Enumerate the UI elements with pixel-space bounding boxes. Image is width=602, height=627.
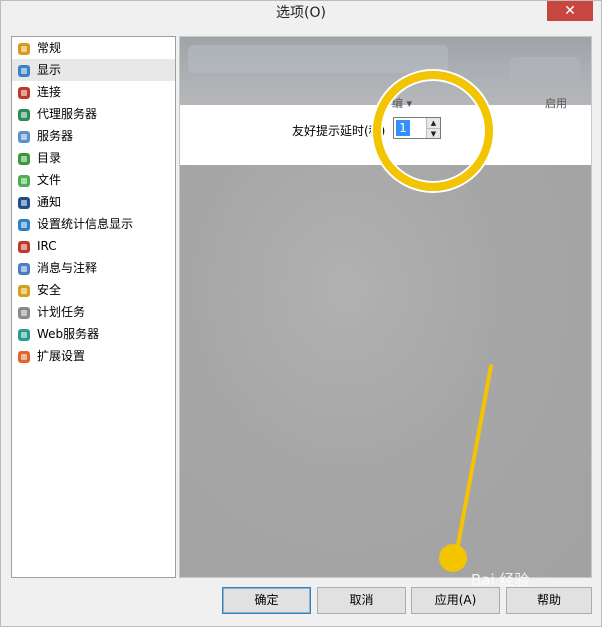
blurred-settings-region	[180, 165, 591, 577]
sidebar-item-label: 显示	[37, 63, 62, 77]
sidebar-item[interactable]: 目录	[12, 147, 175, 169]
sidebar-item[interactable]: 常规	[12, 37, 175, 59]
highlight-annotation-circle	[373, 71, 493, 191]
sidebar-item[interactable]: 代理服务器	[12, 103, 175, 125]
sidebar-item-label: 常规	[37, 41, 62, 55]
window-title: 选项(O)	[276, 5, 326, 21]
sidebar-item-label: 连接	[37, 85, 62, 99]
extension-icon	[17, 349, 31, 363]
sidebar-item-label: 目录	[37, 151, 62, 165]
monitor-icon	[17, 63, 31, 77]
folder-icon	[17, 151, 31, 165]
sidebar-item[interactable]: 文件	[12, 169, 175, 191]
statistics-icon	[17, 217, 31, 231]
close-button[interactable]: ✕	[547, 1, 593, 21]
sidebar-item[interactable]: Web服务器	[12, 323, 175, 345]
ok-button[interactable]: 确定	[222, 587, 311, 614]
notification-icon	[17, 195, 31, 209]
sidebar-item[interactable]: 服务器	[12, 125, 175, 147]
title-bar: 选项(O) ✕	[1, 1, 601, 27]
options-category-list: 常规显示连接代理服务器服务器目录文件通知设置统计信息显示 IRC 消息与注释安全计划…	[11, 36, 176, 578]
sidebar-item[interactable]: 设置统计信息显示	[12, 213, 175, 235]
sidebar-item[interactable]: 消息与注释	[12, 257, 175, 279]
sidebar-item-label: 设置统计信息显示	[37, 217, 134, 231]
sidebar-item-label: 代理服务器	[37, 107, 98, 121]
sidebar-item[interactable]: 扩展设置	[12, 345, 175, 367]
sidebar-item[interactable]: 通知	[12, 191, 175, 213]
help-button[interactable]: 帮助	[506, 587, 592, 614]
options-window: 选项(O) ✕ 常规显示连接代理服务器服务器目录文件通知设置统计信息显示 IRC 消…	[0, 0, 602, 627]
sidebar-item-label: 扩展设置	[37, 349, 86, 363]
sidebar-item[interactable]: IRC	[12, 235, 175, 257]
message-icon	[17, 261, 31, 275]
file-icon	[17, 173, 31, 187]
tooltip-delay-label: 友好提示延时(秒)	[292, 124, 386, 138]
sidebar-item[interactable]: 连接	[12, 81, 175, 103]
lock-icon	[17, 283, 31, 297]
sidebar-item-label: 安全	[37, 283, 62, 297]
sidebar-item-label: IRC	[37, 239, 57, 253]
connection-plug-icon	[17, 85, 31, 99]
proxy-icon	[17, 107, 31, 121]
sidebar-item-label: 消息与注释	[37, 261, 98, 275]
server-icon	[17, 129, 31, 143]
sidebar-item[interactable]: 安全	[12, 279, 175, 301]
sidebar-item[interactable]: 显示	[12, 59, 175, 81]
calendar-icon	[17, 305, 31, 319]
sidebar-item-label: 文件	[37, 173, 62, 187]
globe-icon	[17, 327, 31, 341]
sidebar-item[interactable]: 计划任务	[12, 301, 175, 323]
sidebar-item-label: 通知	[37, 195, 62, 209]
cancel-button[interactable]: 取消	[317, 587, 406, 614]
irc-icon	[17, 239, 31, 253]
apply-button[interactable]: 应用(A)	[411, 587, 500, 614]
sidebar-item-label: 服务器	[37, 129, 74, 143]
sidebar-item-label: Web服务器	[37, 327, 100, 341]
settings-gear-icon	[17, 41, 31, 55]
partial-label-right: 启用	[545, 97, 567, 110]
sidebar-item-label: 计划任务	[37, 305, 86, 319]
